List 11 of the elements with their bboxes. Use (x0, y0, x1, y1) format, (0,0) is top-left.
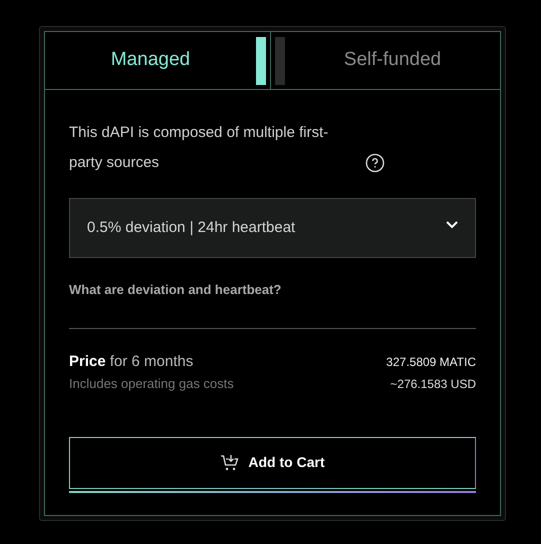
help-icon[interactable] (365, 153, 385, 173)
price-converted: ~276.1583 USD (390, 376, 476, 392)
description-text: This dAPI is composed of multiple first-party sources (69, 123, 330, 173)
help-link[interactable]: What are deviation and heartbeat? (69, 280, 476, 300)
cart-icon (220, 454, 240, 472)
chevron-down-icon (445, 220, 459, 228)
deviation-select[interactable]: 0.5% deviation | 24hr heartbeat (69, 198, 476, 258)
price-note: Includes operating gas costs (69, 374, 234, 393)
add-to-cart-button[interactable]: Add to Cart (69, 436, 476, 488)
price-label: Price for 6 months (69, 352, 194, 372)
price-amount: 327.5809 MATIC (386, 354, 476, 370)
